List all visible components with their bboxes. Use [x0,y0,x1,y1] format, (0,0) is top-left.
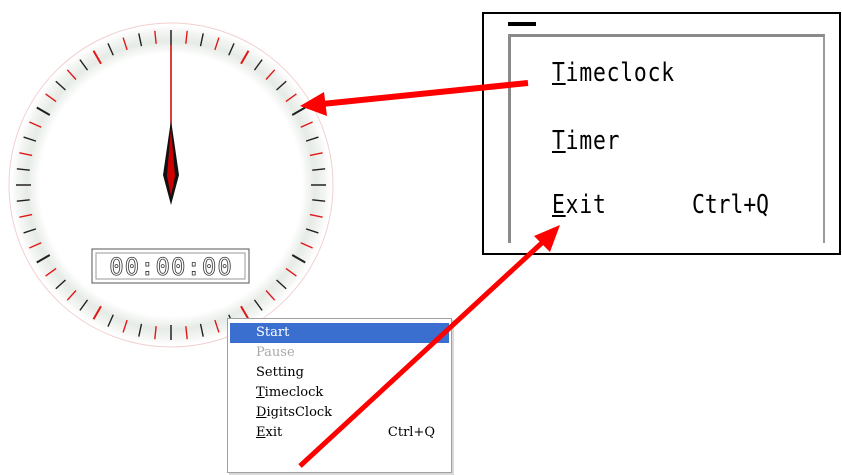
menu-item-exit[interactable]: Exit Ctrl+Q [230,423,449,443]
menu-item-setting[interactable]: Setting [230,363,449,383]
zoom-item-label: Exit [552,190,607,220]
menu-item-start[interactable]: Start [230,323,449,343]
zoom-callout: Timeclock Timer Exit Ctrl+Q [482,12,841,255]
menu-item-label: Timeclock [256,385,324,400]
zoom-item-label: Timer [552,126,621,156]
zoom-item-timer: Timer [552,126,620,156]
menu-item-label: Exit [256,425,283,440]
menu-item-label: Start [256,325,290,340]
zoom-item-shortcut: Ctrl+Q [692,190,770,220]
context-menu: Start Pause Setting Timeclock DigitsCloc… [227,318,452,473]
menu-item-pause[interactable]: Pause [230,343,449,363]
zoom-item-timeclock: Timeclock [552,58,675,88]
callout-marker [508,22,536,26]
menu-item-label: Pause [256,345,295,360]
menu-item-digitsclock[interactable]: DigitsClock [230,403,449,423]
menu-item-shortcut: Ctrl+Q [387,425,435,440]
menu-item-label: DigitsClock [256,405,333,420]
zoom-item-label: Timeclock [552,58,675,88]
menu-item-timeclock[interactable]: Timeclock [230,383,449,403]
zoom-item-exit: Exit [552,190,607,220]
digital-readout: 00:00:00 [109,253,233,281]
menu-item-label: Setting [256,365,304,380]
